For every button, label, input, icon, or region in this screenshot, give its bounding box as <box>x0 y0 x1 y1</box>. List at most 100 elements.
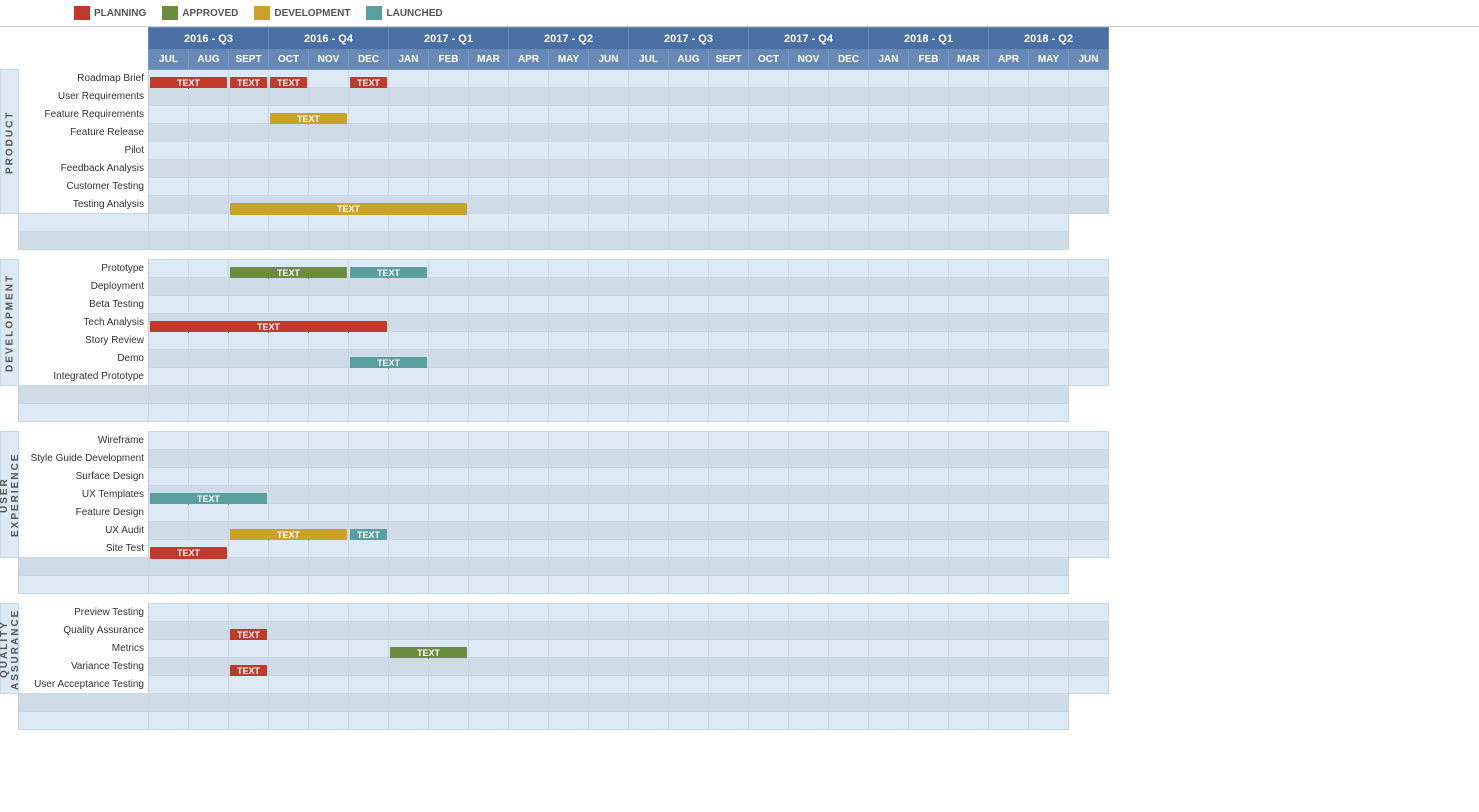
cell-1-3-15 <box>749 314 789 332</box>
empty-cell-0-0-22 <box>989 214 1029 232</box>
empty-cell-2-0-11 <box>549 558 589 576</box>
cell-1-5-8 <box>469 350 509 368</box>
row-label-3-4: User Acceptance Testing <box>19 676 149 694</box>
cell-2-4-6 <box>389 504 429 522</box>
empty-cell-1-0-12 <box>589 386 629 404</box>
cell-0-2-12 <box>629 106 669 124</box>
cell-3-3-20 <box>949 658 989 676</box>
cell-0-6-9 <box>509 178 549 196</box>
cell-3-0-23 <box>1069 604 1109 622</box>
cell-1-6-11 <box>589 368 629 386</box>
row-USER-EXPERIENCE-2: Surface Design <box>1 468 1109 486</box>
cell-3-2-6: TEXT <box>389 640 469 658</box>
cell-2-1-21 <box>989 450 1029 468</box>
empty-cell-3-0-15 <box>709 694 749 712</box>
empty-cell-1-0-17 <box>789 386 829 404</box>
month-header-q4-m2: SEPT <box>709 50 749 70</box>
cell-3-4-8 <box>469 676 509 694</box>
cell-2-4-14 <box>709 504 749 522</box>
cell-3-4-16 <box>789 676 829 694</box>
cell-1-5-2 <box>229 350 269 368</box>
cell-2-3-9 <box>509 486 549 504</box>
cell-3-4-10 <box>549 676 589 694</box>
cell-3-1-5 <box>349 622 389 640</box>
empty-cell-0-0-16 <box>749 214 789 232</box>
empty-cell-1-0-22 <box>989 386 1029 404</box>
cell-3-4-4 <box>309 676 349 694</box>
cell-0-1-10 <box>549 88 589 106</box>
empty-cell-3-0-1 <box>149 694 189 712</box>
status-item-planning: PLANNING <box>74 6 146 20</box>
cell-0-0-15 <box>749 70 789 88</box>
cell-3-4-5 <box>349 676 389 694</box>
cell-3-2-9 <box>509 640 549 658</box>
row-label-2-6: Site Test <box>19 540 149 558</box>
month-header-q5-m2: DEC <box>829 50 869 70</box>
cell-3-2-4 <box>309 640 349 658</box>
cell-1-2-16 <box>789 296 829 314</box>
empty-cell-2-0-2 <box>189 558 229 576</box>
cell-2-5-17 <box>829 522 869 540</box>
cell-3-0-5 <box>349 604 389 622</box>
empty-cell-0-0-18 <box>829 214 869 232</box>
cell-3-1-10 <box>549 622 589 640</box>
status-label-development: DEVELOPMENT <box>274 8 350 19</box>
cell-1-4-4 <box>309 332 349 350</box>
empty-cell-0-1-15 <box>709 232 749 250</box>
empty-cell-3-0-14 <box>669 694 709 712</box>
empty-cell-3-0-12 <box>589 694 629 712</box>
cell-2-4-23 <box>1069 504 1109 522</box>
empty-cell-2-0-20 <box>909 558 949 576</box>
cell-1-5-11 <box>589 350 629 368</box>
cell-2-5-19 <box>909 522 949 540</box>
row-label-1-4: Story Review <box>19 332 149 350</box>
cell-3-4-20 <box>949 676 989 694</box>
cell-1-0-7 <box>429 260 469 278</box>
cell-3-2-8 <box>469 640 509 658</box>
empty-cell-0-0-2 <box>189 214 229 232</box>
cell-1-3-14 <box>709 314 749 332</box>
cell-0-4-13 <box>669 142 709 160</box>
month-header-q4-m1: AUG <box>669 50 709 70</box>
cell-0-4-18 <box>869 142 909 160</box>
empty-cell-2-1-22 <box>989 576 1029 594</box>
cell-2-6-2 <box>229 540 269 558</box>
cell-0-6-15 <box>749 178 789 196</box>
empty-row-3-1 <box>1 712 1109 730</box>
cell-0-2-0 <box>149 106 189 124</box>
cell-2-1-12 <box>629 450 669 468</box>
cell-2-5-12 <box>629 522 669 540</box>
empty-cell-2-1-10 <box>509 576 549 594</box>
cell-2-0-13 <box>669 432 709 450</box>
empty-cell-3-1-1 <box>149 712 189 730</box>
cell-1-5-22 <box>1029 350 1069 368</box>
cell-0-3-8 <box>469 124 509 142</box>
row-label-1-3: Tech Analysis <box>19 314 149 332</box>
empty-cell-2-0-3 <box>229 558 269 576</box>
cell-1-0-11 <box>589 260 629 278</box>
cell-3-1-17 <box>829 622 869 640</box>
cell-0-7-16 <box>789 196 829 214</box>
category-label-3: QUALITY ASSURANCE <box>1 604 19 694</box>
empty-cell-3-0-10 <box>509 694 549 712</box>
row-label-2-3: UX Templates <box>19 486 149 504</box>
cell-1-6-0 <box>149 368 189 386</box>
cell-2-0-12 <box>629 432 669 450</box>
cell-2-6-5 <box>349 540 389 558</box>
cell-3-4-22 <box>1029 676 1069 694</box>
cell-0-6-17 <box>829 178 869 196</box>
cell-3-3-11 <box>589 658 629 676</box>
cell-0-5-20 <box>949 160 989 178</box>
cell-0-5-1 <box>189 160 229 178</box>
cell-0-0-19 <box>909 70 949 88</box>
cell-0-3-10 <box>549 124 589 142</box>
cell-2-4-13 <box>669 504 709 522</box>
cell-3-2-11 <box>589 640 629 658</box>
cell-2-0-18 <box>869 432 909 450</box>
empty-cell-2-1-3 <box>229 576 269 594</box>
empty-cell-3-1-17 <box>789 712 829 730</box>
cell-1-2-4 <box>309 296 349 314</box>
cell-2-4-0 <box>149 504 189 522</box>
row-DEVELOPMENT-5: DemoTEXT <box>1 350 1109 368</box>
cell-2-4-15 <box>749 504 789 522</box>
